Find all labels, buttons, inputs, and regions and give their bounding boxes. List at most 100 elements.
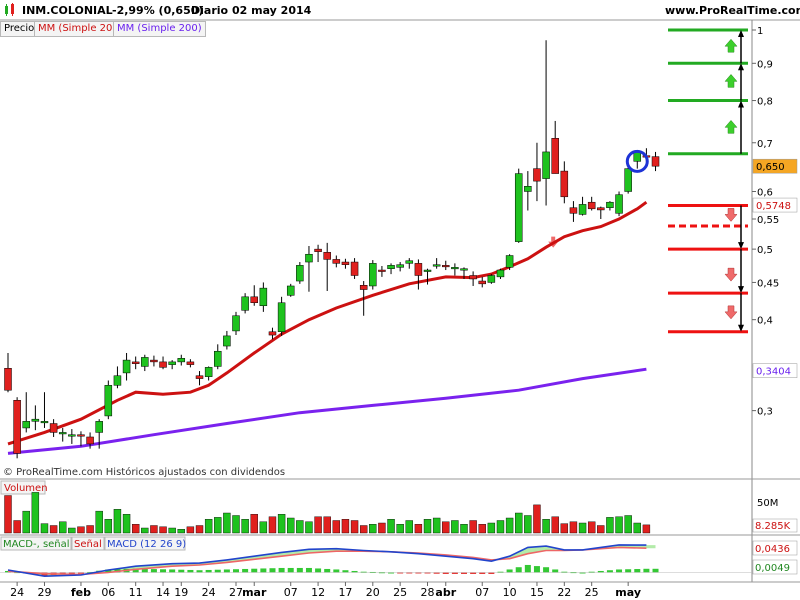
x-tick-label: 07 (284, 586, 298, 599)
volume-bar (341, 519, 350, 534)
candle-body (578, 204, 587, 215)
candle-body (314, 248, 322, 252)
volume-last-label: 8.285K (755, 521, 791, 532)
candle-body (177, 358, 186, 363)
macd-histogram-bar (552, 569, 559, 573)
candle-body (460, 268, 468, 271)
candle-body (131, 361, 140, 364)
macd-histogram-bar (616, 569, 623, 573)
volume-bar (505, 517, 514, 534)
macd-histogram-bar (251, 568, 258, 573)
volume-bar (104, 519, 113, 534)
candle-body (268, 331, 277, 336)
volume-bar (606, 517, 614, 534)
volume-bar (141, 527, 149, 534)
candle-body (533, 168, 541, 182)
macd-legend-2: Señal (74, 539, 102, 550)
volume-bar (150, 525, 158, 534)
volume-bar (277, 514, 286, 534)
volume-bar (533, 504, 541, 534)
macd-histogram-bar (533, 566, 540, 573)
volume-bar (305, 521, 313, 534)
candle-body (95, 421, 103, 433)
candle-body (505, 255, 514, 268)
y-tick-label: 1 (757, 26, 763, 37)
macd-histogram-bar (296, 567, 303, 573)
macd-histogram-bar (315, 568, 322, 573)
candle-body (13, 400, 21, 454)
macd-histogram-bar (342, 570, 349, 573)
candle-body (40, 421, 49, 424)
x-tick-label: 28 (421, 586, 435, 599)
down-arrow-icon (724, 305, 738, 320)
macd-histogram-bar (150, 569, 157, 573)
candle-body (305, 253, 313, 263)
candle-body (432, 264, 441, 267)
candle-body (341, 261, 350, 265)
candle-body (359, 285, 368, 290)
volume-bar (77, 526, 85, 534)
candle-body (296, 265, 304, 282)
volume-bar (387, 519, 395, 534)
volume-bar (314, 516, 322, 534)
volume-bar (369, 524, 377, 534)
macd-histogram-bar (187, 569, 194, 573)
candle-body (496, 269, 505, 278)
macd-value-label: 0,0049 (755, 563, 790, 574)
candle-body (332, 259, 341, 264)
ma200-line (7, 367, 647, 455)
price-chart: 1 0,9 0,8 0,7 0,6 0,55 0,5 0,45 0,4 0,3 0,650 0,574… (0, 19, 800, 599)
macd-histogram-bar (205, 569, 212, 573)
candle-body (542, 151, 550, 179)
candle-body (277, 302, 286, 333)
candle-body (569, 207, 578, 214)
candle-body (68, 434, 76, 437)
down-arrow-icon (724, 267, 738, 282)
macd-histogram-bar (506, 569, 513, 573)
macd-histogram-bar (333, 569, 340, 573)
up-arrow-icon (724, 38, 738, 53)
candle-body (615, 194, 623, 214)
y-tick-label: 0,9 (757, 59, 773, 70)
macd-histogram-bar (634, 569, 641, 573)
volume-bar (296, 520, 304, 534)
candle-body (560, 170, 569, 198)
candle-body (195, 375, 204, 379)
macd-histogram-bar (324, 568, 331, 573)
candle-body (423, 269, 432, 272)
x-tick-label: 17 (338, 586, 352, 599)
volume-bar (177, 529, 185, 534)
y-tick-label: 0,7 (757, 139, 773, 150)
volume-bar (469, 520, 477, 534)
volume-bar (569, 521, 578, 534)
volume-bar (496, 520, 505, 534)
macd-histogram-bar (196, 570, 203, 573)
volume-bar (396, 524, 404, 534)
candle-body (378, 269, 386, 272)
volume-bar (515, 512, 523, 534)
y-tick-label: 0,45 (757, 278, 779, 289)
x-tick-label: 20 (366, 586, 380, 599)
volume-bar (542, 519, 550, 534)
volume-bar (204, 519, 213, 534)
candle-body (250, 296, 258, 303)
volume-bar (642, 524, 651, 534)
candle-body (387, 265, 395, 269)
volume-bar (22, 510, 30, 534)
volume-tick-label: 50M (757, 498, 778, 509)
macd-histogram-bar (242, 568, 249, 573)
volume-bar (460, 524, 468, 534)
candle-body (624, 168, 632, 192)
volume-bar (624, 515, 632, 534)
macd-histogram-bar (169, 569, 176, 573)
x-tick-label: 25 (585, 586, 599, 599)
x-tick-label: feb (71, 586, 91, 599)
volume-bar (168, 527, 176, 534)
candle-body (369, 263, 377, 287)
volume-bar (332, 520, 341, 534)
candle-body (350, 261, 359, 276)
candle-body (22, 421, 30, 429)
down-arrow-icon (724, 208, 738, 222)
candle-body (259, 287, 268, 307)
candle-body (514, 173, 523, 242)
